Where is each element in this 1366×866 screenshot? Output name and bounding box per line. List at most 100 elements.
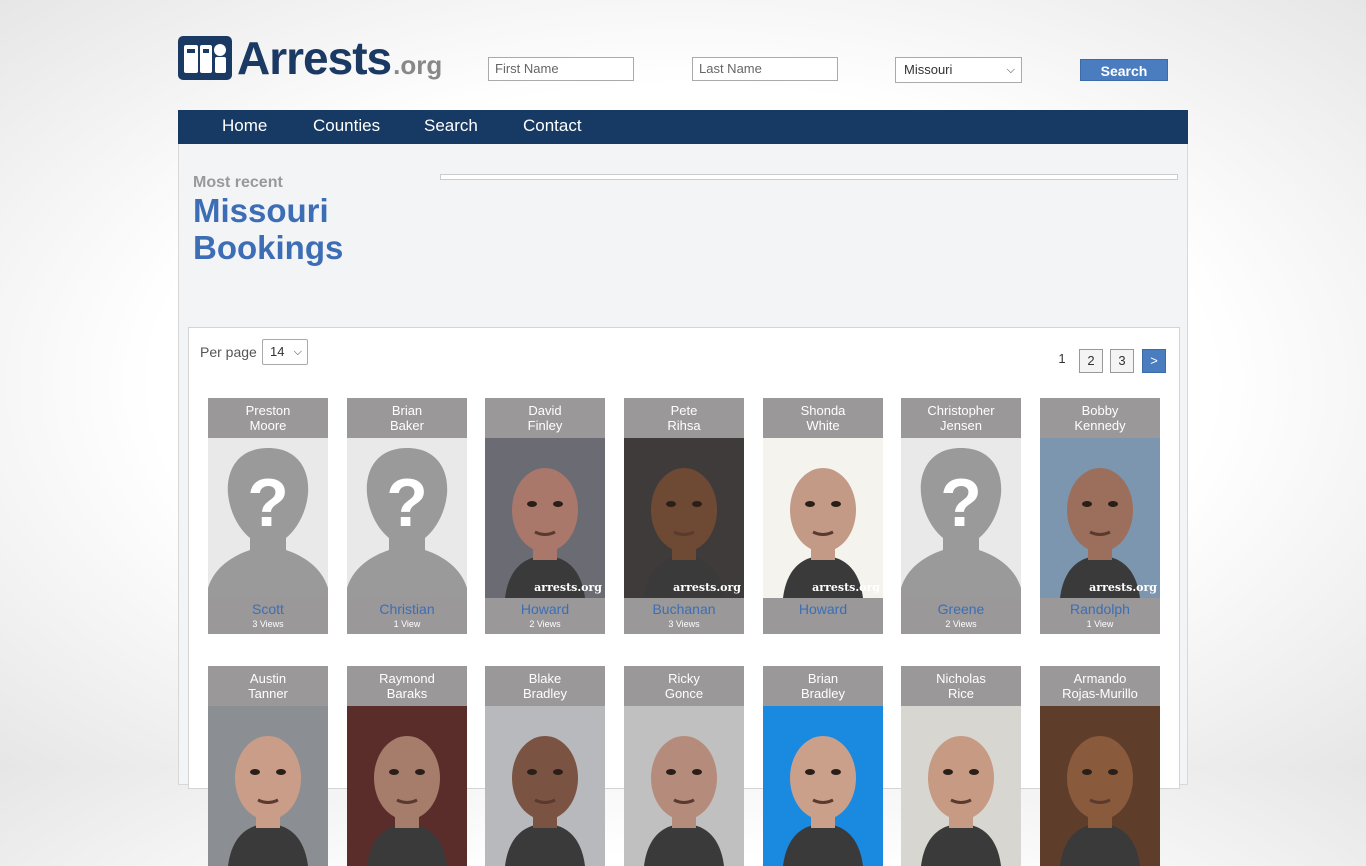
- watermark: arrests.org: [812, 581, 880, 594]
- page-1: 1: [1058, 351, 1066, 366]
- booking-name[interactable]: Blake Bradley: [485, 666, 605, 706]
- nav-search[interactable]: Search: [424, 110, 478, 142]
- booking-card[interactable]: Ricky Gonce: [624, 666, 744, 866]
- booking-name[interactable]: Armando Rojas-Murillo: [1040, 666, 1160, 706]
- mugshot-photo[interactable]: [763, 706, 883, 866]
- booking-card[interactable]: Austin Tanner: [208, 666, 328, 866]
- view-count: 1 View: [393, 619, 421, 629]
- silhouette-placeholder-icon[interactable]: ?: [347, 438, 467, 598]
- mugshot-photo[interactable]: [1040, 706, 1160, 866]
- first-name: Raymond: [379, 671, 435, 686]
- first-name: Brian: [391, 403, 423, 418]
- county-link[interactable]: Randolph: [1040, 600, 1160, 618]
- first-name: Austin: [249, 671, 287, 686]
- booking-name[interactable]: Christopher Jensen: [901, 398, 1021, 438]
- county-link[interactable]: Howard: [763, 600, 883, 618]
- first-name: Blake: [528, 671, 562, 686]
- first-name: Bobby: [1081, 403, 1119, 418]
- last-name: Baker: [390, 418, 424, 433]
- booking-name[interactable]: Preston Moore: [208, 398, 328, 438]
- ad-banner: [440, 174, 1178, 180]
- first-name: Preston: [245, 403, 291, 418]
- last-name: White: [806, 418, 840, 433]
- mugshot-photo[interactable]: [901, 706, 1021, 866]
- silhouette-placeholder-icon[interactable]: ?: [208, 438, 328, 598]
- booking-card[interactable]: David Finley arrests.org Howard 2 Views: [485, 398, 605, 634]
- booking-card[interactable]: Raymond Baraks: [347, 666, 467, 866]
- nav-contact[interactable]: Contact: [523, 110, 582, 142]
- booking-name[interactable]: Raymond Baraks: [347, 666, 467, 706]
- booking-name[interactable]: Pete Rihsa: [624, 398, 744, 438]
- mugshot-photo[interactable]: arrests.org: [485, 438, 605, 598]
- booking-name[interactable]: David Finley: [485, 398, 605, 438]
- booking-name[interactable]: Nicholas Rice: [901, 666, 1021, 706]
- last-name-input[interactable]: Last Name: [692, 57, 838, 81]
- booking-card[interactable]: Pete Rihsa arrests.org Buchanan 3 Views: [624, 398, 744, 634]
- page-2-button[interactable]: 2: [1079, 349, 1103, 373]
- first-name: Ricky: [668, 671, 700, 686]
- last-name: Bradley: [800, 686, 846, 701]
- watermark: arrests.org: [1089, 581, 1157, 594]
- mugshot-photo[interactable]: [624, 706, 744, 866]
- header: Arrests .org First Name Last Name Missou…: [178, 0, 1188, 110]
- county-link[interactable]: Greene: [901, 600, 1021, 618]
- per-page-select[interactable]: 14 ⌵: [262, 339, 308, 365]
- mugshot-photo[interactable]: [208, 706, 328, 866]
- booking-card[interactable]: Brian Baker? Christian 1 View: [347, 398, 467, 634]
- first-name: Christopher: [927, 403, 995, 418]
- view-count: [763, 618, 883, 634]
- mugshot-photo[interactable]: arrests.org: [1040, 438, 1160, 598]
- booking-card[interactable]: Bobby Kennedy arrests.org Randolph 1 View: [1040, 398, 1160, 634]
- county-link[interactable]: Buchanan: [624, 600, 744, 618]
- first-name: Nicholas: [936, 671, 986, 686]
- chevron-down-icon: ⌵: [293, 346, 302, 358]
- last-name: Gonce: [664, 686, 704, 701]
- last-name: Rihsa: [667, 418, 701, 433]
- booking-card[interactable]: Preston Moore? Scott 3 Views: [208, 398, 328, 634]
- watermark: arrests.org: [534, 581, 602, 594]
- county-link[interactable]: Howard: [485, 600, 605, 618]
- booking-card[interactable]: Armando Rojas-Murillo: [1040, 666, 1160, 866]
- booking-name[interactable]: Brian Bradley: [763, 666, 883, 706]
- page-title: Missouri Bookings: [193, 192, 343, 266]
- booking-card[interactable]: Brian Bradley: [763, 666, 883, 866]
- next-page-button[interactable]: >: [1142, 349, 1166, 373]
- booking-card[interactable]: Shonda White arrests.org Howard: [763, 398, 883, 634]
- mugshot-photo[interactable]: arrests.org: [624, 438, 744, 598]
- mugshot-photo[interactable]: [485, 706, 605, 866]
- state-select-value: Missouri: [904, 62, 953, 77]
- state-select[interactable]: Missouri ⌵: [895, 57, 1022, 83]
- mugshot-photo[interactable]: arrests.org: [763, 438, 883, 598]
- mugshot-photo[interactable]: [347, 706, 467, 866]
- logo-badge-icon: [178, 36, 232, 80]
- first-name: Armando: [1073, 671, 1127, 686]
- booking-name[interactable]: Shonda White: [763, 398, 883, 438]
- last-name: Rice: [947, 686, 974, 701]
- county-link[interactable]: Scott: [208, 600, 328, 618]
- booking-card[interactable]: Blake Bradley: [485, 666, 605, 866]
- site-logo[interactable]: Arrests .org: [178, 35, 443, 81]
- logo-suffix: .org: [393, 50, 443, 80]
- search-button[interactable]: Search: [1080, 59, 1168, 81]
- last-name: Jensen: [940, 418, 982, 433]
- booking-name[interactable]: Ricky Gonce: [624, 666, 744, 706]
- booking-card[interactable]: Christopher Jensen? Greene 2 Views: [901, 398, 1021, 634]
- last-name: Rojas-Murillo: [1062, 686, 1138, 701]
- booking-card[interactable]: Nicholas Rice: [901, 666, 1021, 866]
- first-name: Shonda: [800, 403, 846, 418]
- bookings-panel: Per page 14 ⌵ 1 2 3 > Preston Moore? Scott…: [188, 327, 1180, 866]
- last-name: Bradley: [522, 686, 568, 701]
- view-count: 2 Views: [529, 619, 561, 629]
- county-link[interactable]: Christian: [347, 600, 467, 618]
- silhouette-placeholder-icon[interactable]: ?: [901, 438, 1021, 598]
- page-3-button[interactable]: 3: [1110, 349, 1134, 373]
- nav-counties[interactable]: Counties: [313, 110, 380, 142]
- booking-name[interactable]: Austin Tanner: [208, 666, 328, 706]
- first-name-input[interactable]: First Name: [488, 57, 634, 81]
- nav-home[interactable]: Home: [222, 110, 267, 142]
- booking-name[interactable]: Bobby Kennedy: [1040, 398, 1160, 438]
- first-name: Pete: [670, 403, 698, 418]
- view-count: 3 Views: [252, 619, 284, 629]
- booking-name[interactable]: Brian Baker: [347, 398, 467, 438]
- view-count: 1 View: [1086, 619, 1114, 629]
